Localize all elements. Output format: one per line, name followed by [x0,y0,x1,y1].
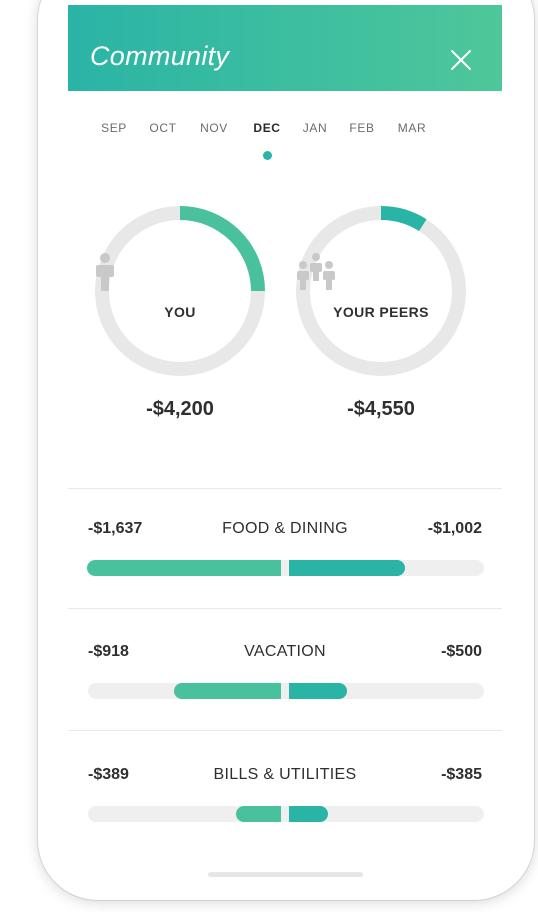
category-row-bills-utilities[interactable]: -$389 BILLS & UTILITIES -$385 [68,766,502,866]
you-label: YOU [164,304,196,320]
community-screen: Community SEP OCT NOV DEC JAN FEB MAR YOU [68,5,502,887]
month-tab-sep[interactable]: SEP [94,121,134,135]
category-peer-amount: -$385 [441,766,482,783]
category-peer-amount: -$500 [441,643,482,660]
peer-spend-bar [289,806,328,822]
month-tab-nov[interactable]: NOV [194,121,234,135]
comparison-track [88,806,484,822]
peers-label: YOUR PEERS [333,304,429,320]
category-peer-amount: -$1,002 [427,520,482,537]
divider [68,608,502,609]
comparison-track [88,683,484,699]
month-tab-feb[interactable]: FEB [342,121,382,135]
you-total-amount: -$4,200 [146,398,214,420]
home-indicator [208,872,363,877]
category-name: BILLS & UTILITIES [213,766,357,783]
peers-donut-chart: YOUR PEERS [294,204,468,378]
you-spend-bar [174,683,281,699]
peer-spend-bar [289,560,405,576]
header-bar: Community [68,5,502,91]
category-row-vacation[interactable]: -$918 VACATION -$500 [68,643,502,743]
active-month-indicator [263,151,272,160]
category-name: VACATION [244,643,326,660]
month-tab-dec[interactable]: DEC [247,121,287,135]
month-tab-oct[interactable]: OCT [143,121,183,135]
month-tab-jan[interactable]: JAN [295,121,335,135]
you-spend-bar [236,806,281,822]
close-icon[interactable] [446,45,476,75]
peer-spend-bar [289,683,347,699]
you-spend-bar [87,560,281,576]
divider [68,730,502,731]
peers-total-amount: -$4,550 [347,398,415,420]
month-tab-mar[interactable]: MAR [392,121,432,135]
you-donut-chart: YOU [93,204,267,378]
page-title: Community [90,41,230,71]
divider [68,488,502,489]
category-row-food-dining[interactable]: -$1,637 FOOD & DINING -$1,002 [68,520,502,620]
month-selector: SEP OCT NOV DEC JAN FEB MAR [68,121,502,141]
